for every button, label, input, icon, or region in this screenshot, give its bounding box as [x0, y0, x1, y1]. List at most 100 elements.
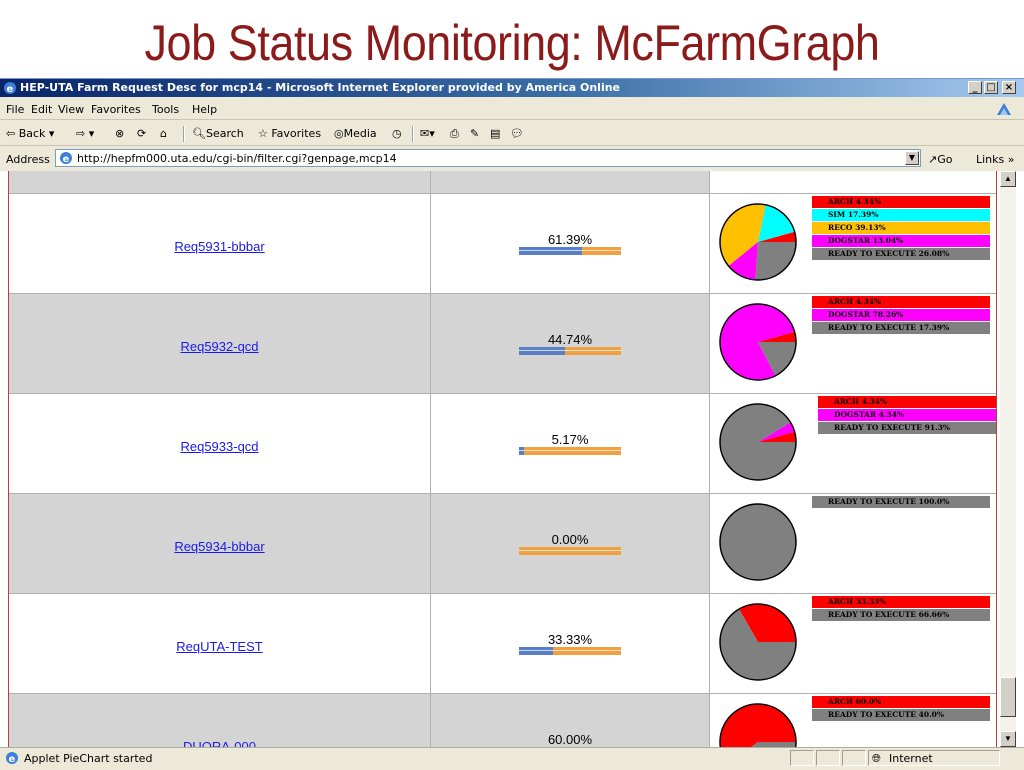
- status-pie-chart[interactable]: [716, 400, 800, 484]
- go-button[interactable]: ↗︎Go: [928, 153, 952, 166]
- legend-item: DOGSTAR 13.04%: [812, 235, 990, 247]
- toolbar: ⇦ Back ▾ ⇨ ▾ ⊗ ⟳ ⌂ 🔍︎Search ☆ Favorites …: [0, 123, 1024, 146]
- menu-view[interactable]: View: [58, 103, 84, 116]
- request-link[interactable]: Req5933-qcd: [9, 439, 430, 454]
- status-panel: [816, 750, 840, 766]
- progress-percent: 60.00%: [547, 732, 593, 747]
- favorites-button[interactable]: ☆ Favorites: [258, 127, 321, 140]
- history-icon[interactable]: ◷: [392, 127, 402, 140]
- legend-item: ARCH 33.33%: [812, 596, 990, 608]
- search-button[interactable]: 🔍︎Search: [192, 127, 244, 140]
- menu-file[interactable]: File: [6, 103, 24, 116]
- progress-bar: [519, 447, 621, 455]
- legend-item: READY TO EXECUTE 100.0%: [812, 496, 990, 508]
- progress-percent: 44.74%: [547, 332, 593, 347]
- pie-chart-cell: ARCH 4.34% DOGSTAR 78.26% READY TO EXECUTE…: [710, 294, 996, 393]
- pie-chart-cell: READY TO EXECUTE 100.0%: [710, 494, 996, 593]
- pie-chart-cell: ARCH 4.34% SIM 17.39% RECO 39.13% DOGSTAR 1…: [710, 194, 996, 293]
- media-button[interactable]: ◎Media: [334, 127, 377, 140]
- request-name-cell: Req5932-qcd: [9, 294, 431, 393]
- scrollbar-thumb[interactable]: [1000, 677, 1016, 717]
- request-link[interactable]: ReqUTA-TEST: [9, 639, 430, 654]
- scroll-down-icon[interactable]: ▼: [1000, 731, 1016, 747]
- toolbar-separator: [412, 126, 414, 142]
- svg-text:e: e: [7, 84, 14, 95]
- progress-bar-fill: [519, 647, 553, 655]
- status-pie-chart[interactable]: [716, 300, 800, 384]
- pie-chart-cell: ARCH 4.34% DOGSTAR 4.34% READY TO EXECUTE …: [710, 394, 996, 493]
- request-name-cell: Req5931-bbbar: [9, 194, 431, 293]
- messenger-icon[interactable]: 💬︎: [510, 127, 524, 140]
- page-content: Req5931-bbbar 61.39% ARCH 4.34% SIM 17.39% R…: [0, 171, 1024, 747]
- menu-edit[interactable]: Edit: [31, 103, 52, 116]
- request-link[interactable]: Req5931-bbbar: [9, 239, 430, 254]
- table-row: Req5931-bbbar 61.39% ARCH 4.34% SIM 17.39% R…: [9, 193, 996, 293]
- request-name-cell: Req5933-qcd: [9, 394, 431, 493]
- address-dropdown-icon[interactable]: ▼: [905, 151, 919, 165]
- legend-item: RECO 39.13%: [812, 222, 990, 234]
- edit-icon[interactable]: ✎: [470, 127, 479, 140]
- status-pie-chart[interactable]: [716, 200, 800, 284]
- discuss-icon[interactable]: ▤: [490, 127, 500, 140]
- request-link[interactable]: Req5932-qcd: [9, 339, 430, 354]
- request-link[interactable]: DUQRA-000: [9, 739, 430, 747]
- progress-cell: 44.74%: [431, 294, 710, 393]
- globe-icon: 🌐︎: [872, 752, 881, 765]
- menu-help[interactable]: Help: [192, 103, 217, 116]
- request-name-cell: ReqUTA-TEST: [9, 594, 431, 693]
- legend-item: DOGSTAR 4.34%: [818, 409, 996, 421]
- pie-chart-cell: ARCH 33.33% READY TO EXECUTE 66.66%: [710, 594, 996, 693]
- print-icon[interactable]: ⎙: [450, 127, 459, 141]
- progress-percent: 33.33%: [547, 632, 593, 647]
- legend-item: READY TO EXECUTE 91.3%: [818, 422, 996, 434]
- legend-item: DOGSTAR 78.26%: [812, 309, 990, 321]
- progress-bar-fill: [519, 347, 565, 355]
- table-row: Req5933-qcd 5.17% ARCH 4.34% DOGSTAR 4.34% R…: [9, 393, 996, 493]
- maximize-button[interactable]: □: [984, 81, 998, 94]
- progress-cell: 0.00%: [431, 494, 710, 593]
- table-row: ReqUTA-TEST 33.33% ARCH 33.33% READY TO EXE…: [9, 593, 996, 693]
- address-input[interactable]: e http://hepfm000.uta.edu/cgi-bin/filter…: [55, 149, 921, 167]
- window-title-bar[interactable]: e HEP-UTA Farm Request Desc for mcp14 - …: [0, 79, 1024, 97]
- legend-item: SIM 17.39%: [812, 209, 990, 221]
- pie-chart-cell: ARCH 60.0% READY TO EXECUTE 40.0%: [710, 694, 996, 747]
- links-button[interactable]: Links »: [976, 153, 1014, 166]
- stop-icon[interactable]: ⊗: [115, 127, 124, 140]
- close-button[interactable]: ×: [1002, 81, 1016, 94]
- progress-cell: 60.00%: [431, 694, 710, 747]
- back-button[interactable]: ⇦ Back ▾: [6, 127, 54, 140]
- request-link[interactable]: Req5934-bbbar: [9, 539, 430, 554]
- status-pie-chart[interactable]: [716, 600, 800, 684]
- request-name-cell: Req5934-bbbar: [9, 494, 431, 593]
- progress-cell: 61.39%: [431, 194, 710, 293]
- page-icon: e: [6, 752, 18, 765]
- menu-favorites[interactable]: Favorites: [91, 103, 141, 116]
- progress-bar-fill: [519, 447, 525, 455]
- legend-item: READY TO EXECUTE 26.08%: [812, 248, 990, 260]
- progress-percent: 5.17%: [551, 432, 589, 447]
- refresh-icon[interactable]: ⟳: [137, 127, 146, 140]
- mail-icon[interactable]: ✉▾: [420, 127, 435, 140]
- progress-bar: [519, 247, 621, 255]
- browser-window: e HEP-UTA Farm Request Desc for mcp14 - …: [0, 78, 1024, 770]
- progress-bar: [519, 547, 621, 555]
- media-label: Media: [343, 127, 377, 140]
- status-panel: [790, 750, 814, 766]
- menu-tools[interactable]: Tools: [152, 103, 179, 116]
- scroll-up-icon[interactable]: ▲: [1000, 171, 1016, 187]
- pie-slice-arch: [720, 704, 796, 747]
- vertical-scrollbar[interactable]: ▲ ▼: [1000, 171, 1016, 747]
- legend-item: READY TO EXECUTE 17.39%: [812, 322, 990, 334]
- status-pie-chart[interactable]: [716, 500, 800, 584]
- address-bar: Address e http://hepfm000.uta.edu/cgi-bi…: [0, 148, 1024, 170]
- minimize-button[interactable]: _: [968, 81, 982, 94]
- status-bar: e Applet PieChart started 🌐︎ Internet: [0, 747, 1024, 770]
- table-cell: [710, 171, 996, 193]
- legend-item: READY TO EXECUTE 66.66%: [812, 609, 990, 621]
- forward-button[interactable]: ⇨ ▾: [76, 127, 94, 140]
- pie-slice-ready-to-execute: [755, 242, 796, 280]
- legend-item: ARCH 4.34%: [812, 196, 990, 208]
- status-pie-chart[interactable]: [716, 700, 800, 747]
- menu-bar: File Edit View Favorites Tools Help: [0, 99, 1024, 120]
- home-icon[interactable]: ⌂: [160, 127, 167, 140]
